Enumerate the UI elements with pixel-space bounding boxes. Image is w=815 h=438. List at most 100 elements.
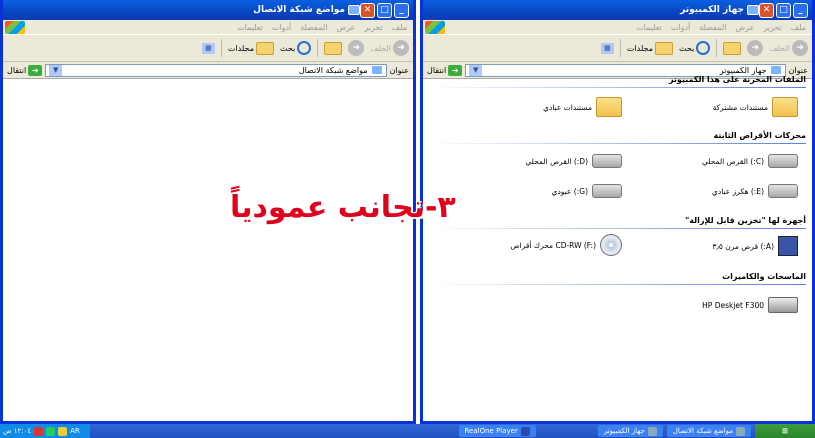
search-button[interactable]: بحث	[280, 41, 312, 55]
windows-logo-icon	[5, 21, 25, 34]
network-places-titlebar[interactable]: مواضع شبكة الاتصال ✕ □ _	[3, 0, 413, 20]
address-value: جهاز الكمبيوتر	[719, 65, 767, 75]
window-title: مواضع شبكة الاتصال	[7, 5, 360, 15]
menu-tools[interactable]: أدوات	[272, 23, 291, 32]
menu-file[interactable]: ملف	[392, 23, 407, 32]
item-label: (D:) القرص المحلي	[525, 156, 588, 166]
go-button[interactable]: ➜ انتقال	[427, 64, 463, 76]
item-label: CD-RW (F:) محرك أقراص	[510, 240, 596, 250]
computer-icon	[747, 5, 759, 15]
item-label: (E:) هكرز عبادي	[712, 186, 764, 196]
search-icon	[696, 41, 711, 55]
up-folder-button[interactable]	[324, 41, 343, 55]
folders-label: مجلدات	[227, 43, 254, 53]
tray-icon[interactable]	[58, 426, 68, 436]
menu-favorites[interactable]: المفضلة	[699, 23, 726, 32]
address-bar: عنوان مواضع شبكة الاتصال ▼ ➜ انتقال	[3, 62, 413, 79]
go-arrow-icon: ➜	[28, 64, 43, 76]
up-folder-button[interactable]	[723, 41, 742, 55]
clock[interactable]: ١٢:٠٤ ص	[3, 427, 31, 435]
address-input[interactable]: مواضع شبكة الاتصال ▼	[45, 63, 387, 77]
drive-e-item[interactable]: (E:) هكرز عبادي	[712, 184, 798, 198]
menu-bar: ملف تحرير عرض المفضلة أدوات تعليمات	[3, 20, 413, 35]
cd-drive-icon	[600, 234, 622, 256]
menu-favorites[interactable]: المفضلة	[300, 23, 327, 32]
overlay-caption: ٣-تجانب عمودياً	[230, 190, 456, 225]
task-label: مواضع شبكة الاتصال	[672, 427, 733, 435]
hard-drive-icon	[768, 184, 798, 198]
menu-file[interactable]: ملف	[791, 23, 806, 32]
section-hard-drives: محركات الأقراص الثابتة	[713, 131, 806, 140]
back-button[interactable]: ➜ الخلف	[769, 40, 808, 56]
task-network-places[interactable]: مواضع شبكة الاتصال	[666, 425, 751, 437]
folders-button[interactable]: مجلدات	[627, 41, 673, 55]
file-view[interactable]	[3, 79, 413, 421]
item-label: (C:) القرص المحلي	[701, 156, 764, 166]
item-label: مستندات عبادي	[543, 102, 592, 112]
section-removable-storage: أجهزة لها "تخزين قابل للإزالة"	[685, 216, 806, 225]
close-button[interactable]: ✕	[759, 2, 774, 18]
maximize-button[interactable]: □	[377, 2, 392, 18]
address-dropdown-icon[interactable]: ▼	[469, 64, 483, 76]
folders-button[interactable]: مجلدات	[227, 41, 274, 55]
drive-d-item[interactable]: (D:) القرص المحلي	[525, 154, 622, 168]
forward-button[interactable]: ➜	[348, 40, 365, 56]
my-computer-titlebar[interactable]: جهاز الكمبيوتر ✕ □ _	[423, 0, 812, 20]
my-computer-window: جهاز الكمبيوتر ✕ □ _ ملف تحرير عرض المفض…	[420, 0, 815, 424]
start-icon: ⊞	[782, 427, 788, 435]
file-view[interactable]: الملفات المخزنة على هذا الكمبيوتر مستندا…	[423, 75, 812, 421]
views-button[interactable]: ▦	[201, 42, 215, 54]
minimize-button[interactable]: _	[394, 2, 409, 18]
toolbar: ➜ الخلف ➜ بحث مجلدات ▦	[423, 35, 812, 62]
system-tray: ١٢:٠٤ ص AR	[0, 424, 90, 438]
menu-help[interactable]: تعليمات	[636, 23, 662, 32]
task-realone-player[interactable]: RealOne Player	[458, 425, 536, 437]
toolbar: ➜ الخلف ➜ بحث مجلدات ▦	[3, 35, 413, 62]
floppy-drive-item[interactable]: (A:) قرص مرن ٣٫٥	[712, 236, 798, 256]
search-button[interactable]: بحث	[679, 41, 711, 55]
start-button[interactable]: ⊞	[755, 424, 815, 438]
forward-button[interactable]: ➜	[747, 40, 764, 56]
tray-icon[interactable]	[34, 426, 44, 436]
printer-item[interactable]: HP Deskjet F300	[702, 297, 798, 313]
cdrw-drive-item[interactable]: CD-RW (F:) محرك أقراص	[511, 234, 622, 256]
forward-arrow-icon: ➜	[747, 40, 764, 56]
floppy-disk-icon	[778, 236, 798, 256]
close-button[interactable]: ✕	[360, 2, 375, 18]
menu-help[interactable]: تعليمات	[237, 23, 263, 32]
go-label: انتقال	[427, 65, 447, 75]
drive-g-item[interactable]: (G:) عبودي	[552, 184, 622, 198]
window-title-text: مواضع شبكة الاتصال	[253, 5, 345, 15]
views-button[interactable]: ▦	[600, 42, 614, 54]
up-folder-icon	[723, 41, 742, 55]
section-divider	[429, 228, 806, 229]
menu-tools[interactable]: أدوات	[671, 23, 690, 32]
maximize-button[interactable]: □	[776, 2, 791, 18]
shared-documents-item[interactable]: مستندات مشتركة	[713, 97, 798, 117]
folders-icon	[255, 41, 274, 55]
menu-view[interactable]: عرض	[336, 23, 355, 32]
realone-icon	[520, 426, 530, 436]
search-icon	[297, 41, 312, 55]
language-indicator[interactable]: AR	[70, 427, 80, 435]
address-dropdown-icon[interactable]: ▼	[49, 64, 63, 76]
user-documents-item[interactable]: مستندات عبادي	[543, 97, 622, 117]
minimize-button[interactable]: _	[793, 2, 808, 18]
folder-icon	[596, 97, 622, 117]
menu-edit[interactable]: تحرير	[763, 23, 781, 32]
menu-view[interactable]: عرض	[735, 23, 754, 32]
toolbar-separator	[716, 39, 718, 57]
back-button[interactable]: ➜ الخلف	[370, 40, 409, 56]
go-button[interactable]: ➜ انتقال	[7, 64, 43, 76]
go-arrow-icon: ➜	[448, 64, 463, 76]
go-label: انتقال	[7, 65, 27, 75]
drive-c-item[interactable]: (C:) القرص المحلي	[702, 154, 798, 168]
task-my-computer[interactable]: جهاز الكمبيوتر	[597, 425, 663, 437]
menu-edit[interactable]: تحرير	[364, 23, 382, 32]
hard-drive-icon	[768, 154, 798, 168]
back-arrow-icon: ➜	[792, 40, 808, 56]
tray-icon[interactable]	[46, 426, 56, 436]
item-label: HP Deskjet F300	[702, 300, 764, 310]
network-icon	[348, 5, 360, 15]
item-label: مستندات مشتركة	[712, 102, 768, 112]
